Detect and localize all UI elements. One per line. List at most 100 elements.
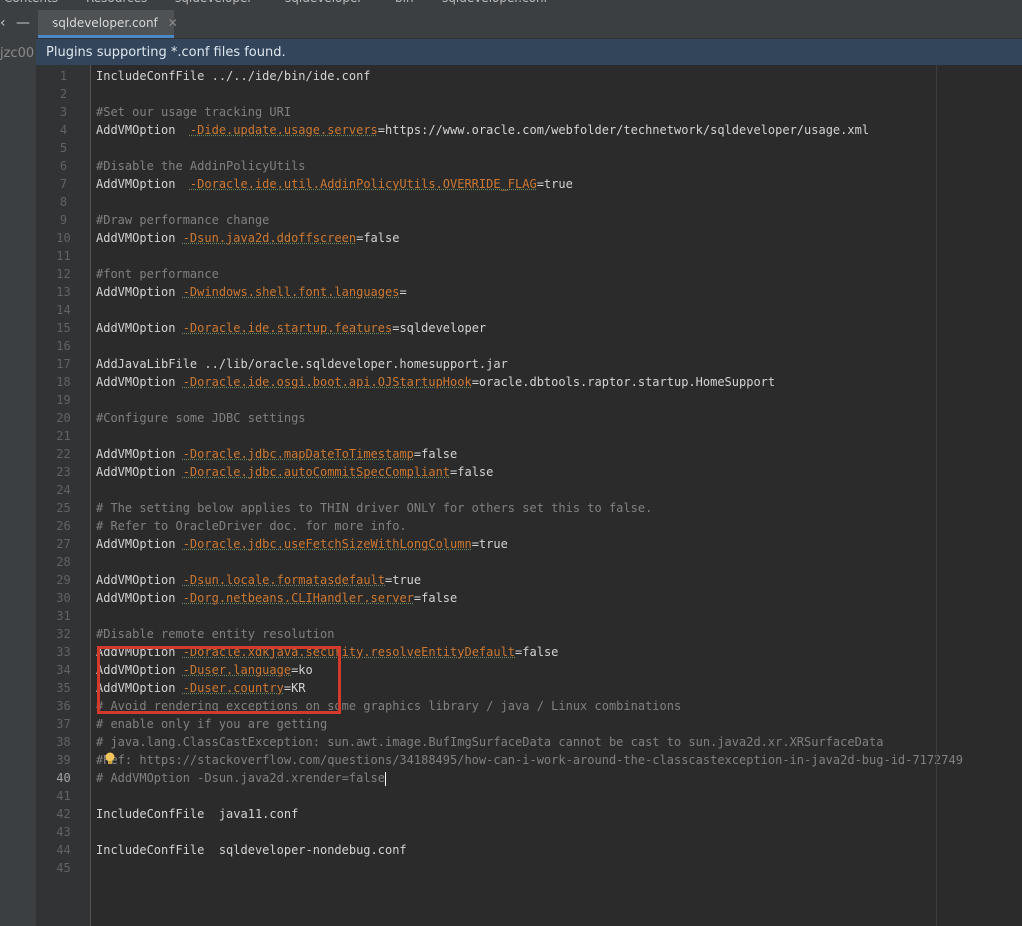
code-token-key: -Dsun.java2d.ddoffscreen bbox=[182, 231, 357, 245]
code-line[interactable] bbox=[92, 481, 1022, 499]
line-number: 39 bbox=[56, 753, 71, 767]
line-number: 5 bbox=[59, 141, 68, 155]
code-token-kw: IncludeConfFile java11.conf bbox=[96, 807, 299, 821]
line-number: 10 bbox=[56, 231, 71, 245]
code-token-cm: #Set our usage tracking URI bbox=[96, 105, 292, 119]
code-line[interactable]: AddVMOption -Dsun.java2d.ddoffscreen=fal… bbox=[92, 229, 1022, 247]
plugin-notification-bar[interactable]: Plugins supporting *.conf files found. bbox=[36, 39, 1022, 65]
code-line[interactable]: AddVMOption -Dsun.locale.formatasdefault… bbox=[92, 571, 1022, 589]
line-number: 9 bbox=[59, 213, 68, 227]
code-line[interactable] bbox=[92, 337, 1022, 355]
code-token-val: =false bbox=[356, 231, 400, 245]
code-token-key: -Doracle.jdbc.mapDateToTimestamp bbox=[182, 447, 414, 461]
text-caret bbox=[384, 771, 386, 786]
code-token-cm: #Disable remote entity resolution bbox=[96, 627, 335, 641]
code-line[interactable]: #Configure some JDBC settings bbox=[92, 409, 1022, 427]
code-token-cm: # AddVMOption -Dsun.java2d.xrender=false bbox=[96, 771, 385, 785]
code-token-key: -Doracle.ide.osgi.boot.api.OJStartupHook bbox=[182, 375, 472, 389]
code-token-cm: #Ref: https://stackoverflow.com/question… bbox=[96, 753, 963, 767]
code-token-kw: AddVMOption bbox=[96, 375, 183, 389]
code-line[interactable]: # The setting below applies to THIN driv… bbox=[92, 499, 1022, 517]
breadcrumb-item[interactable]: sqldeveloper.conf bbox=[442, 0, 548, 5]
code-line[interactable]: AddVMOption -Doracle.ide.startup.feature… bbox=[92, 319, 1022, 337]
code-line[interactable]: # enable only if you are getting bbox=[92, 715, 1022, 733]
code-line[interactable] bbox=[92, 193, 1022, 211]
line-number-gutter[interactable]: 1 2 3 4 5 6 7 8 9 10 11 12 13 14 15 16 17 18 19 20 21 22 23 24 2… bbox=[36, 65, 91, 926]
code-line[interactable] bbox=[92, 247, 1022, 265]
code-line[interactable]: #Draw performance change bbox=[92, 211, 1022, 229]
line-number: 45 bbox=[56, 861, 71, 875]
line-number: 23 bbox=[56, 465, 71, 479]
code-text: AddVMOption -Doracle.jdbc.autoCommitSpec… bbox=[96, 463, 493, 481]
code-line[interactable]: # AddVMOption -Dsun.java2d.xrender=false bbox=[92, 769, 1022, 787]
code-line[interactable]: #Disable the AddinPolicyUtils bbox=[92, 157, 1022, 175]
line-number: 8 bbox=[59, 195, 68, 209]
tab-sqldeveloper-conf[interactable]: sqldeveloper.conf ✕ bbox=[38, 10, 178, 38]
code-text: IncludeConfFile java11.conf bbox=[96, 805, 298, 823]
code-line[interactable]: AddVMOption -Dorg.netbeans.CLIHandler.se… bbox=[92, 589, 1022, 607]
lightbulb-icon[interactable] bbox=[104, 752, 116, 766]
code-line[interactable]: AddVMOption -Doracle.jdbc.useFetchSizeWi… bbox=[92, 535, 1022, 553]
code-line[interactable]: AddVMOption -Dwindows.shell.font.languag… bbox=[92, 283, 1022, 301]
code-line[interactable]: IncludeConfFile sqldeveloper-nondebug.co… bbox=[92, 841, 1022, 859]
code-editor[interactable]: IncludeConfFile ../../ide/bin/ide.conf #S… bbox=[92, 65, 1022, 926]
code-line[interactable] bbox=[92, 427, 1022, 445]
code-line[interactable]: IncludeConfFile java11.conf bbox=[92, 805, 1022, 823]
code-token-cm: # enable only if you are getting bbox=[96, 717, 328, 731]
code-line[interactable] bbox=[92, 553, 1022, 571]
line-number: 11 bbox=[56, 249, 71, 263]
code-line[interactable]: AddVMOption -Doracle.ide.util.AddinPolic… bbox=[92, 175, 1022, 193]
code-line[interactable]: AddVMOption -Dide.update.usage.servers=h… bbox=[92, 121, 1022, 139]
code-text: IncludeConfFile sqldeveloper-nondebug.co… bbox=[96, 841, 407, 859]
code-token-cm: #Configure some JDBC settings bbox=[96, 411, 306, 425]
code-line[interactable]: AddVMOption -Doracle.jdbc.mapDateToTimes… bbox=[92, 445, 1022, 463]
project-label[interactable]: jzc00 bbox=[0, 46, 34, 61]
code-text: # The setting below applies to THIN driv… bbox=[96, 499, 652, 517]
collapse-arrow-icon[interactable]: ‹ bbox=[0, 15, 6, 31]
code-token-kw: AddVMOption bbox=[96, 231, 183, 245]
code-line[interactable] bbox=[92, 85, 1022, 103]
code-token-val: =https://www.oracle.com/webfolder/techne… bbox=[377, 123, 870, 137]
code-line[interactable]: #Set our usage tracking URI bbox=[92, 103, 1022, 121]
code-line[interactable] bbox=[92, 391, 1022, 409]
breadcrumb-item[interactable]: Resources bbox=[86, 0, 147, 5]
line-number: 44 bbox=[56, 843, 71, 857]
code-line[interactable]: AddVMOption -Doracle.ide.osgi.boot.api.O… bbox=[92, 373, 1022, 391]
code-line[interactable]: AddVMOption -Doracle.jdbc.autoCommitSpec… bbox=[92, 463, 1022, 481]
code-line[interactable] bbox=[92, 859, 1022, 877]
line-number: 15 bbox=[56, 321, 71, 335]
code-line[interactable]: #Disable remote entity resolution bbox=[92, 625, 1022, 643]
tab-label: sqldeveloper.conf bbox=[52, 15, 158, 30]
minimize-icon[interactable]: — bbox=[16, 15, 30, 31]
breadcrumb-item[interactable]: Contents bbox=[4, 0, 58, 5]
code-line[interactable]: # java.lang.ClassCastException: sun.awt.… bbox=[92, 733, 1022, 751]
breadcrumb-item[interactable]: sqldeveloper bbox=[285, 0, 362, 5]
code-text: #Disable remote entity resolution bbox=[96, 625, 334, 643]
code-line[interactable] bbox=[92, 787, 1022, 805]
code-line[interactable]: # Refer to OracleDriver doc. for more in… bbox=[92, 517, 1022, 535]
line-number: 43 bbox=[56, 825, 71, 839]
code-line[interactable] bbox=[92, 301, 1022, 319]
code-token-kw: AddVMOption bbox=[96, 177, 190, 191]
code-line[interactable]: #Ref: https://stackoverflow.com/question… bbox=[92, 751, 1022, 769]
line-number: 33 bbox=[56, 645, 71, 659]
notification-text: Plugins supporting *.conf files found. bbox=[46, 44, 286, 60]
line-number: 34 bbox=[56, 663, 71, 677]
code-token-val: =true bbox=[536, 177, 573, 191]
close-icon[interactable]: ✕ bbox=[168, 16, 178, 30]
line-number: 32 bbox=[56, 627, 71, 641]
code-line[interactable] bbox=[92, 139, 1022, 157]
line-number: 30 bbox=[56, 591, 71, 605]
breadcrumb-item[interactable]: bin bbox=[395, 0, 414, 5]
code-token-val: =false bbox=[413, 447, 458, 461]
code-line[interactable]: AddJavaLibFile ../lib/oracle.sqldevelope… bbox=[92, 355, 1022, 373]
code-token-kw: AddJavaLibFile ../lib/oracle.sqldevelope… bbox=[96, 357, 508, 371]
breadcrumb-item[interactable]: sqldeveloper bbox=[175, 0, 252, 5]
code-line[interactable] bbox=[92, 823, 1022, 841]
code-line[interactable] bbox=[92, 607, 1022, 625]
code-token-cm: #Disable the AddinPolicyUtils bbox=[96, 159, 306, 173]
code-line[interactable]: #font performance bbox=[92, 265, 1022, 283]
code-line[interactable]: IncludeConfFile ../../ide/bin/ide.conf bbox=[92, 67, 1022, 85]
code-token-kw: AddVMOption bbox=[96, 465, 183, 479]
right-margin-guide bbox=[936, 65, 937, 926]
